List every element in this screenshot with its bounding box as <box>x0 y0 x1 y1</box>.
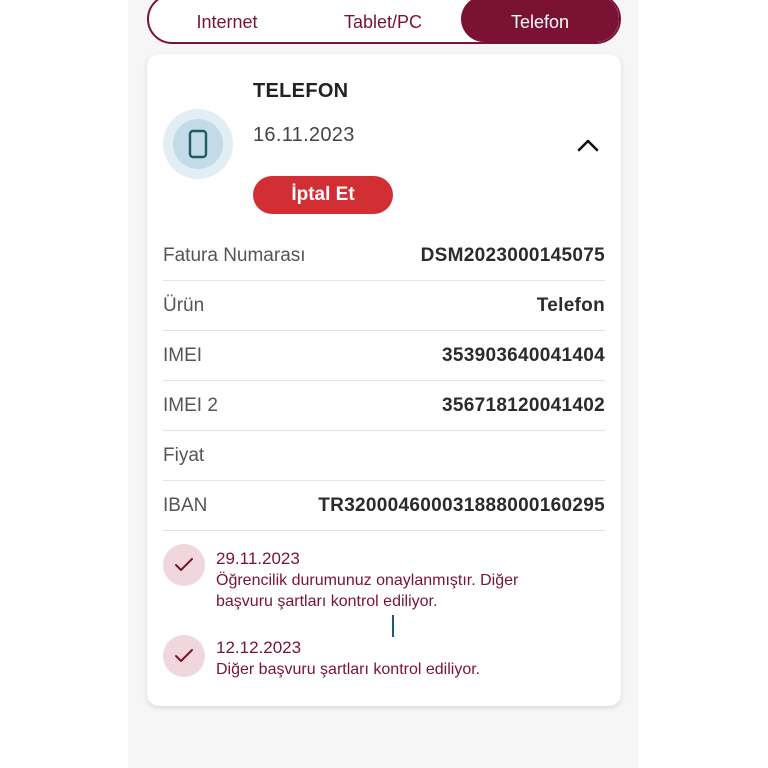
detail-value: DSM2023000145075 <box>420 244 605 266</box>
device-avatar <box>163 109 233 179</box>
detail-label: IMEI <box>163 344 203 366</box>
category-tabs: Internet Tablet/PC Telefon <box>147 0 621 44</box>
check-icon <box>175 649 193 662</box>
timeline-date: 12.12.2023 <box>216 638 302 657</box>
detail-value: Telefon <box>536 294 605 316</box>
check-badge <box>163 544 205 586</box>
detail-value: 356718120041402 <box>441 394 605 416</box>
tab-telefon[interactable]: Telefon <box>461 0 619 42</box>
cancel-button[interactable]: İptal Et <box>253 176 393 214</box>
timeline-description: başvuru şartları kontrol ediliyor. <box>216 593 438 610</box>
detail-label: IBAN <box>163 494 208 516</box>
collapse-button[interactable] <box>575 132 601 158</box>
detail-value: TR320004600031888000160295 <box>318 494 605 516</box>
timeline-description: Diğer başvuru şartları kontrol ediliyor. <box>216 661 481 678</box>
card-title: TELEFON <box>253 80 349 102</box>
timeline-date: 29.11.2023 <box>216 549 300 568</box>
details-list: Fatura Numarası DSM2023000145075 Ürün Te… <box>163 231 605 531</box>
detail-label: Fatura Numarası <box>163 244 306 266</box>
card-date: 16.11.2023 <box>253 124 355 146</box>
tab-tablet-pc[interactable]: Tablet/PC <box>305 0 461 42</box>
detail-label: Fiyat <box>163 444 205 466</box>
detail-row-iban: IBAN TR320004600031888000160295 <box>163 481 605 531</box>
tab-internet[interactable]: Internet <box>149 0 305 42</box>
timeline-description: Öğrencilik durumunuz onaylanmıştır. Diğe… <box>216 572 519 589</box>
phone-icon <box>188 129 208 159</box>
detail-label: Ürün <box>163 294 205 316</box>
detail-value: 353903640041404 <box>441 344 605 366</box>
timeline-connector <box>392 615 394 637</box>
detail-row-price: Fiyat <box>163 431 605 481</box>
detail-row-imei: IMEI 353903640041404 <box>163 331 605 381</box>
check-badge <box>163 635 205 677</box>
detail-row-invoice: Fatura Numarası DSM2023000145075 <box>163 231 605 281</box>
detail-label: IMEI 2 <box>163 394 218 416</box>
application-card: TELEFON 16.11.2023 İptal Et Fatura Numar… <box>147 54 621 706</box>
check-icon <box>175 558 193 571</box>
detail-row-imei2: IMEI 2 356718120041402 <box>163 381 605 431</box>
detail-row-product: Ürün Telefon <box>163 281 605 331</box>
chevron-up-icon <box>577 139 599 152</box>
